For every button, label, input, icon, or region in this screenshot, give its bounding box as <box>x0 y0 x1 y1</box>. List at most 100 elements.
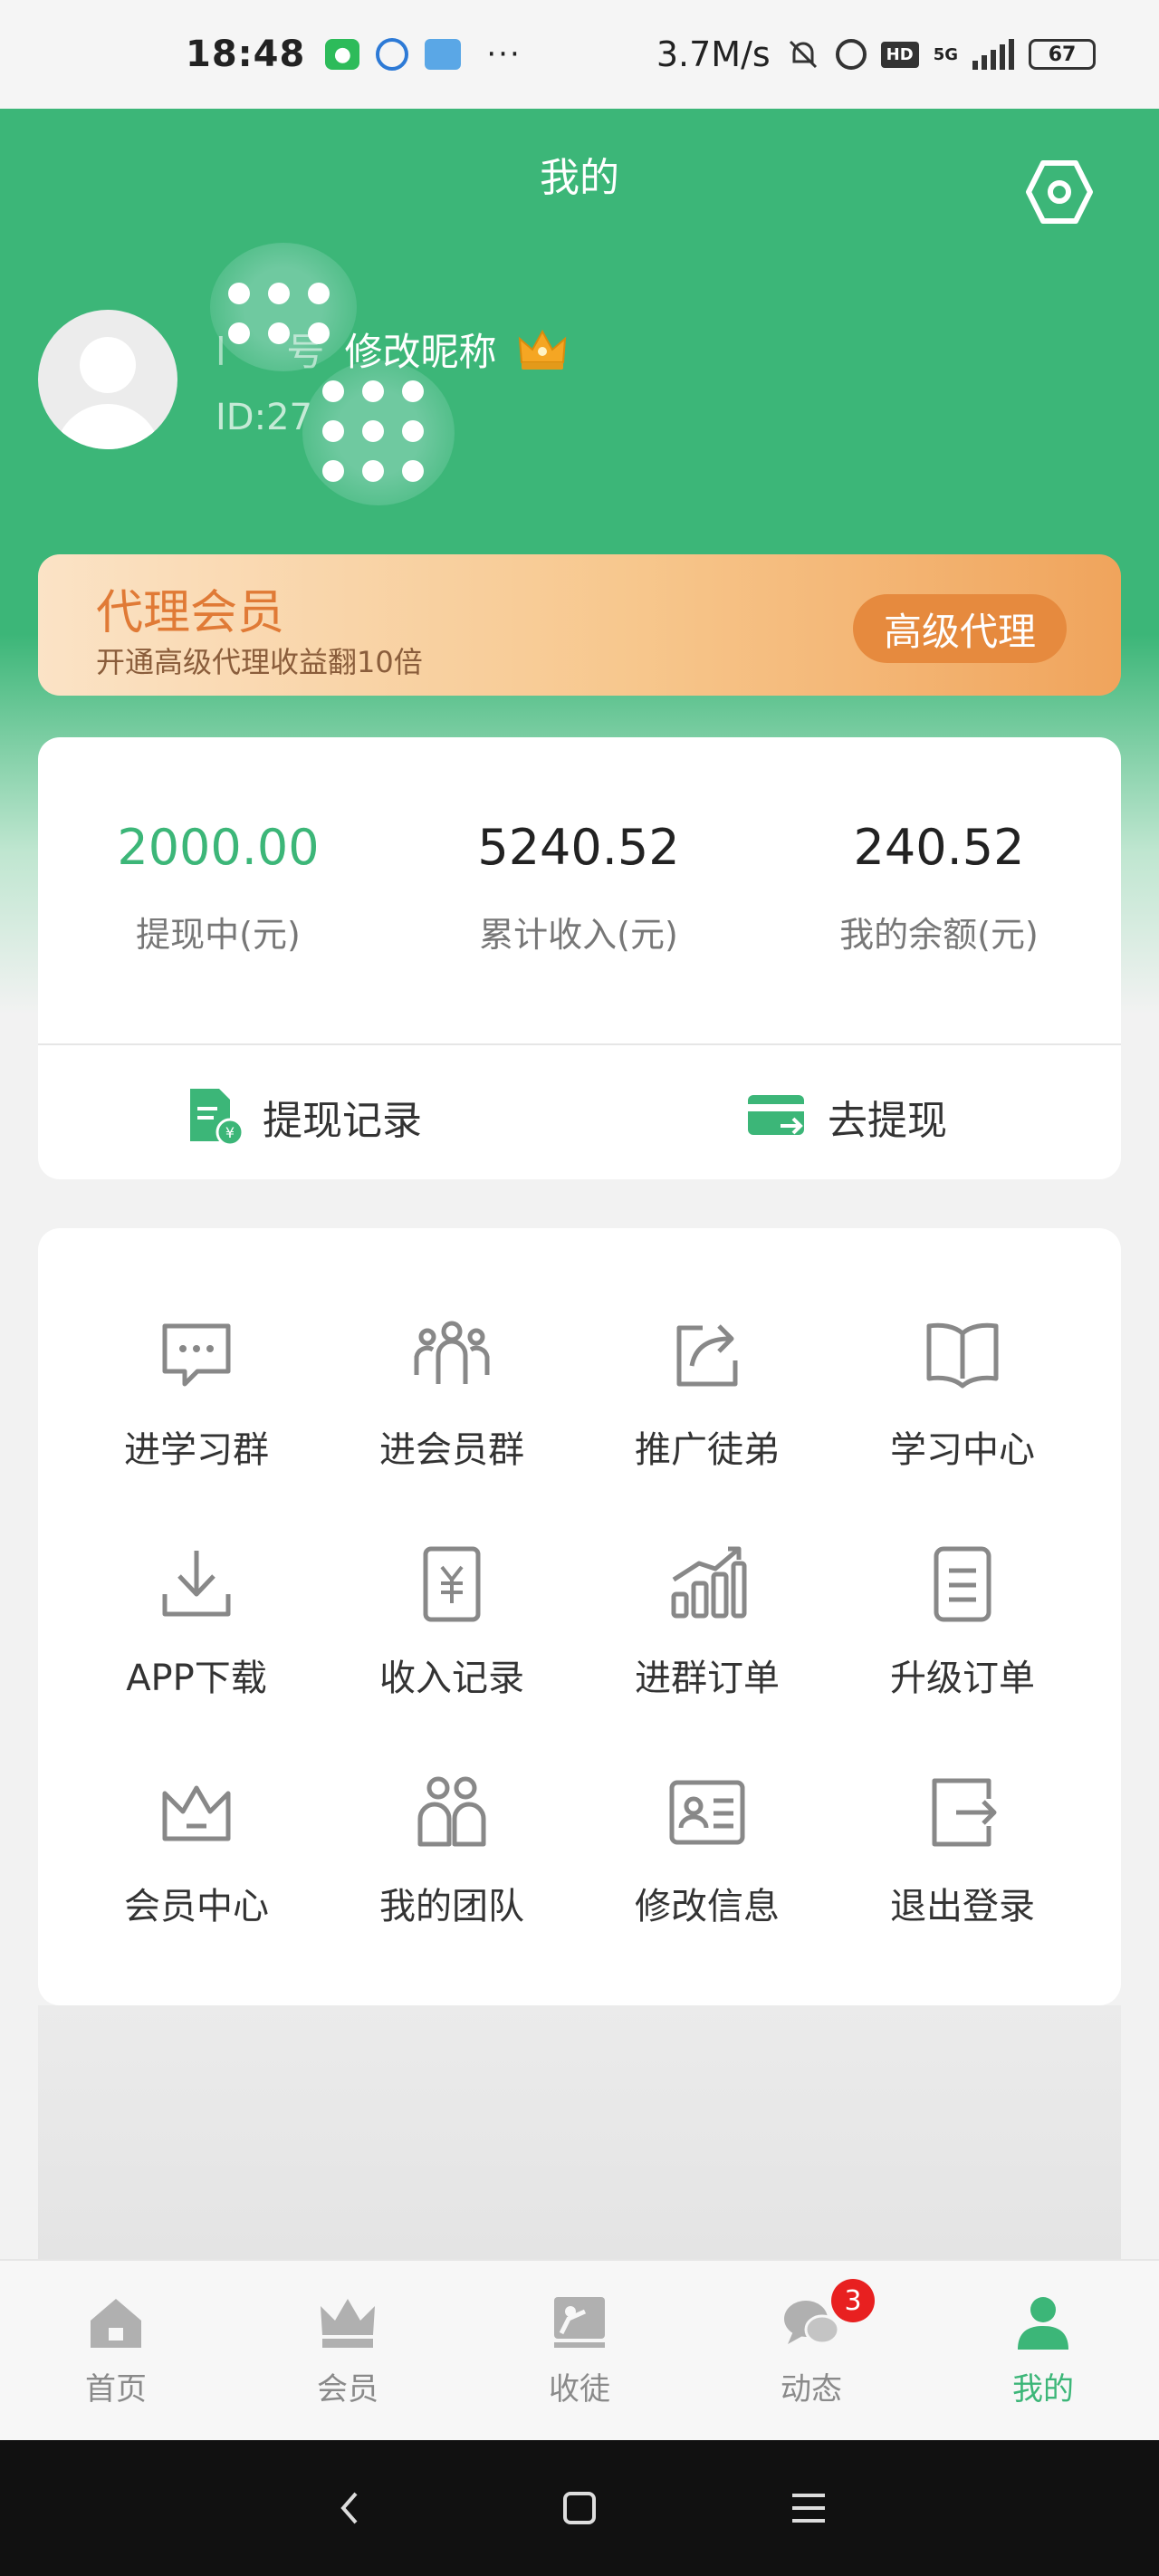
unread-badge: 3 <box>831 2279 875 2322</box>
empty-area <box>38 2005 1121 2259</box>
menu-label: APP下载 <box>126 1658 267 1699</box>
menu-label: 退出登录 <box>890 1886 1035 1927</box>
gallery-notification-icon <box>425 39 462 70</box>
menu-label: 进群订单 <box>635 1658 780 1699</box>
menu-group-orders[interactable]: 进群订单 <box>580 1543 835 1743</box>
user-id: ID:27 <box>216 397 312 438</box>
user-icon <box>1018 2297 1068 2350</box>
upgrade-agent-button[interactable]: 高级代理 <box>853 594 1067 663</box>
stat-withdrawing: 2000.00 提现中(元) <box>38 819 398 956</box>
hd-icon: HD <box>880 41 919 68</box>
tab-label: 收徒 <box>549 2371 610 2408</box>
divider <box>38 1043 1121 1045</box>
bar-chart-icon <box>671 1546 747 1619</box>
vip-title: 代理会员 <box>96 586 285 640</box>
tab-recruit[interactable]: 收徒 <box>464 2292 695 2408</box>
nickname-row: l 号 修改昵称 <box>216 322 569 377</box>
balance-card: 2000.00 提现中(元) 5240.52 累计收入(元) 240.52 我的… <box>38 737 1121 1179</box>
tab-label: 会员 <box>317 2371 378 2408</box>
download-icon <box>162 1551 231 1617</box>
group-icon <box>414 1321 490 1384</box>
menu-join-vip-group[interactable]: 进会员群 <box>324 1315 580 1514</box>
withdraw-records-label: 提现记录 <box>263 1098 422 1144</box>
menu-label: 进会员群 <box>379 1429 524 1471</box>
teach-icon <box>554 2297 605 2348</box>
stat-value: 5240.52 <box>477 819 680 876</box>
menu-study-center[interactable]: 学习中心 <box>835 1315 1090 1514</box>
share-icon <box>676 1324 738 1387</box>
more-notifications-icon: ··· <box>486 36 522 72</box>
tab-feed[interactable]: 3 动态 <box>695 2279 927 2408</box>
menu-join-study-group[interactable]: 进学习群 <box>69 1315 324 1514</box>
menu-grid: 进学习群 进会员群 推广徒弟 学习中心 APP下载 收入记录 进群订单 升级订单… <box>38 1228 1121 2005</box>
vip-banner[interactable]: 代理会员 开通高级代理收益翻10倍 高级代理 <box>38 554 1121 696</box>
svg-text:¥: ¥ <box>225 1124 235 1141</box>
menu-income-records[interactable]: 收入记录 <box>324 1543 580 1743</box>
settings-hexagon-icon[interactable] <box>1025 159 1094 225</box>
menu-label: 会员中心 <box>124 1886 269 1927</box>
stat-value: 2000.00 <box>117 819 320 876</box>
menu-label: 升级订单 <box>890 1658 1035 1699</box>
stat-total-income: 5240.52 累计收入(元) <box>398 819 759 956</box>
withdraw-button[interactable]: 去提现 <box>746 1083 947 1150</box>
notification-icons: ● ··· <box>325 36 521 72</box>
gold-crown-icon <box>519 329 567 370</box>
avatar[interactable] <box>38 310 177 449</box>
home-icon <box>91 2299 141 2348</box>
network-type: 5G <box>933 44 958 64</box>
logout-icon <box>932 1778 997 1847</box>
stat-my-balance: 240.52 我的余额(元) <box>759 819 1119 956</box>
menu-label: 推广徒弟 <box>635 1429 780 1471</box>
menu-label: 收入记录 <box>379 1658 524 1699</box>
edit-nickname-link[interactable]: 修改昵称 <box>344 322 496 377</box>
chat-dots-icon <box>162 1323 231 1387</box>
back-icon[interactable] <box>325 2483 376 2533</box>
nickname-masked: l 号 <box>216 330 325 374</box>
tab-label: 动态 <box>781 2371 842 2408</box>
list-doc-icon <box>934 1546 991 1622</box>
avatar-head-shape <box>80 337 136 393</box>
vip-subtitle: 开通高级代理收益翻10倍 <box>96 645 423 679</box>
status-time: 18:48 <box>186 34 306 75</box>
menu-logout[interactable]: 退出登录 <box>835 1772 1090 1971</box>
signal-icon <box>972 39 1014 70</box>
browser-notification-icon <box>376 38 409 71</box>
menu-label: 我的团队 <box>379 1886 524 1927</box>
net-speed: 3.7M/s <box>656 34 771 74</box>
battery-icon: 67 <box>1029 39 1096 70</box>
bottom-tab-bar: 首页 会员 收徒 3 动态 我的 <box>0 2259 1159 2440</box>
menu-promote-apprentice[interactable]: 推广徒弟 <box>580 1315 835 1514</box>
status-bar: 18:48 ● ··· 3.7M/s HD 5G 67 <box>0 0 1159 109</box>
home-square-icon[interactable] <box>554 2483 605 2533</box>
system-icons: 3.7M/s HD 5G 67 <box>656 34 1096 74</box>
menu-upgrade-orders[interactable]: 升级订单 <box>835 1543 1090 1743</box>
avatar-body-shape <box>54 404 161 449</box>
stat-label: 提现中(元) <box>136 915 301 955</box>
yuan-doc-icon <box>423 1546 481 1622</box>
system-navigation-bar <box>0 2440 1159 2576</box>
tab-vip[interactable]: 会员 <box>232 2292 464 2408</box>
withdraw-records-button[interactable]: ¥ 提现记录 <box>185 1083 422 1150</box>
menu-label: 学习中心 <box>890 1429 1035 1471</box>
wechat-notification-icon: ● <box>325 39 360 70</box>
stat-value: 240.52 <box>853 819 1025 876</box>
page-title: 我的 <box>540 155 619 201</box>
menu-label: 进学习群 <box>124 1429 269 1471</box>
menu-lines-icon[interactable] <box>783 2483 834 2533</box>
stat-label: 累计收入(元) <box>479 915 678 955</box>
menu-vip-center[interactable]: 会员中心 <box>69 1772 324 1971</box>
menu-app-download[interactable]: APP下载 <box>69 1543 324 1743</box>
tab-home[interactable]: 首页 <box>0 2292 232 2408</box>
menu-my-team[interactable]: 我的团队 <box>324 1772 580 1971</box>
menu-label: 修改信息 <box>635 1886 780 1927</box>
withdraw-label: 去提现 <box>828 1098 947 1144</box>
menu-edit-info[interactable]: 修改信息 <box>580 1772 835 1971</box>
receipt-icon: ¥ <box>190 1089 244 1147</box>
alarm-icon <box>835 39 867 70</box>
tab-mine[interactable]: 我的 <box>927 2292 1159 2408</box>
tab-label: 我的 <box>1012 2371 1074 2408</box>
id-card-icon <box>669 1780 745 1845</box>
crown-icon <box>162 1785 231 1841</box>
mute-bell-icon <box>789 40 817 69</box>
team-icon <box>417 1776 486 1847</box>
